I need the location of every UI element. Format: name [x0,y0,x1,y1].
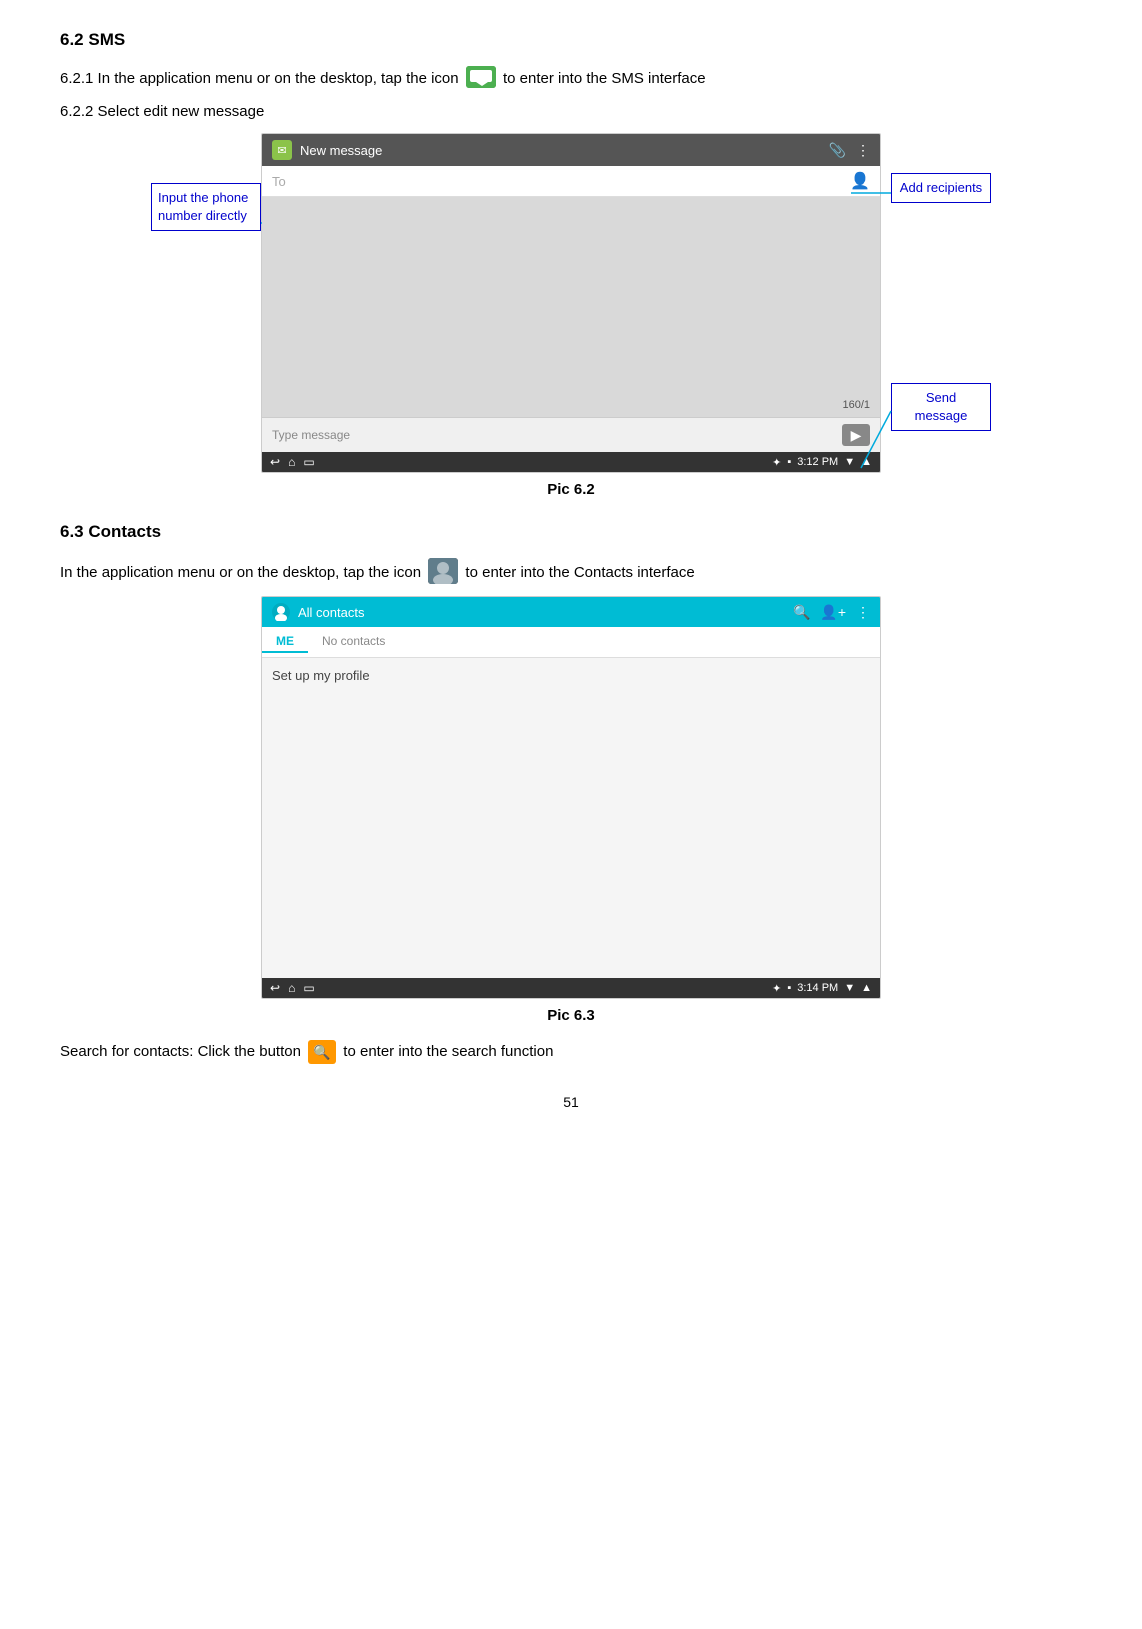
sms-counter: 160/1 [842,399,870,411]
sms-screenshot: ✉ New message 📎 ⋮ To 👤 160/1 Type mes [261,133,881,473]
search-label: Search for contacts: Click the button 🔍 … [60,1040,1082,1064]
contacts-more-icon[interactable]: ⋮ [856,604,870,621]
sms-body: 160/1 [262,197,880,417]
to-label: To [272,174,286,189]
sms-app-icon [466,66,496,88]
contacts-sim-icon: ▪ [787,982,791,994]
tab-no-contacts[interactable]: No contacts [308,631,399,653]
sms-intro: 6.2.1 In the application menu or on the … [60,68,1082,91]
contacts-tabs: ME No contacts [262,627,880,658]
contacts-search-icon[interactable]: 🔍 [793,604,810,621]
attach-icon: 📎 [829,142,846,159]
annot-input-phone: Input the phone number directly [151,183,261,231]
more-icon: ⋮ [856,142,870,159]
person-icon[interactable]: 👤 [850,171,870,191]
sms-titlebar-text: New message [300,143,382,158]
sms-msg-icon: ✉ [272,140,292,160]
wifi-icon: ✦ [772,456,781,469]
contacts-status-right: ✦ ▪ 3:14 PM ▼ ▲ [772,982,872,995]
contacts-signal-bar: ▲ [861,982,872,994]
contacts-app-icon [428,558,458,584]
contacts-statusbar: ↩ ⌂ ▭ ✦ ▪ 3:14 PM ▼ ▲ [262,978,880,998]
statusbar-time: 3:12 PM [797,456,838,468]
contacts-signal-icon: ▼ [844,982,855,994]
sms-nav-buttons: ↩ ⌂ ▭ [270,455,315,469]
sms-22-label: 6.2.2 Select edit new message [60,101,1082,124]
contacts-title-text: All contacts [298,605,364,620]
contacts-back-icon[interactable]: ↩ [270,981,280,995]
signal-bar-icon: ▲ [861,456,872,468]
page-number: 51 [60,1094,1082,1110]
sms-type-bar: Type message ▶ [262,417,880,452]
sms-statusbar: ↩ ⌂ ▭ ✦ ▪ 3:12 PM ▼ ▲ [262,452,880,472]
contacts-wifi-icon: ✦ [772,982,781,995]
sms-titlebar-actions: 📎 ⋮ [829,142,870,159]
caption-63: Pic 6.3 [60,1007,1082,1024]
tab-me[interactable]: ME [262,631,308,653]
sms-screenshot-wrapper: Input the phone number directly Add reci… [151,133,991,473]
caption-62: Pic 6.2 [60,481,1082,498]
sms-to-bar: To 👤 [262,166,880,197]
contacts-screenshot: All contacts 🔍 👤+ ⋮ ME No contacts Set u… [261,596,881,999]
contacts-title-left: All contacts [272,603,364,621]
contacts-title-icon [272,603,290,621]
profile-label[interactable]: Set up my profile [272,668,870,683]
send-button[interactable]: ▶ [842,424,870,446]
contacts-titlebar: All contacts 🔍 👤+ ⋮ [262,597,880,627]
contacts-add-icon[interactable]: 👤+ [820,604,846,621]
contacts-nav-buttons: ↩ ⌂ ▭ [270,981,315,995]
sms-titlebar-left: ✉ New message [272,140,382,160]
contacts-screenshot-wrapper: All contacts 🔍 👤+ ⋮ ME No contacts Set u… [251,596,891,999]
annot-add-recipients: Add recipients [891,173,991,203]
search-button-icon[interactable]: 🔍 [308,1040,336,1064]
contacts-recent-icon[interactable]: ▭ [303,981,314,995]
annot-send-message: Send message [891,383,991,431]
section-sms-title: 6.2 SMS [60,30,1082,50]
sms-titlebar: ✉ New message 📎 ⋮ [262,134,880,166]
signal-icon: ▼ [844,456,855,468]
recent-nav-icon[interactable]: ▭ [303,455,314,469]
contacts-home-icon[interactable]: ⌂ [288,981,295,995]
contacts-title-actions: 🔍 👤+ ⋮ [793,604,870,621]
contacts-body: Set up my profile [262,658,880,978]
home-nav-icon[interactable]: ⌂ [288,455,295,469]
section-contacts-title: 6.3 Contacts [60,522,1082,542]
contacts-intro: In the application menu or on the deskto… [60,560,1082,586]
sim-icon: ▪ [787,456,791,468]
type-message-placeholder[interactable]: Type message [272,428,350,442]
status-right: ✦ ▪ 3:12 PM ▼ ▲ [772,456,872,469]
contacts-statusbar-time: 3:14 PM [797,982,838,994]
back-nav-icon[interactable]: ↩ [270,455,280,469]
